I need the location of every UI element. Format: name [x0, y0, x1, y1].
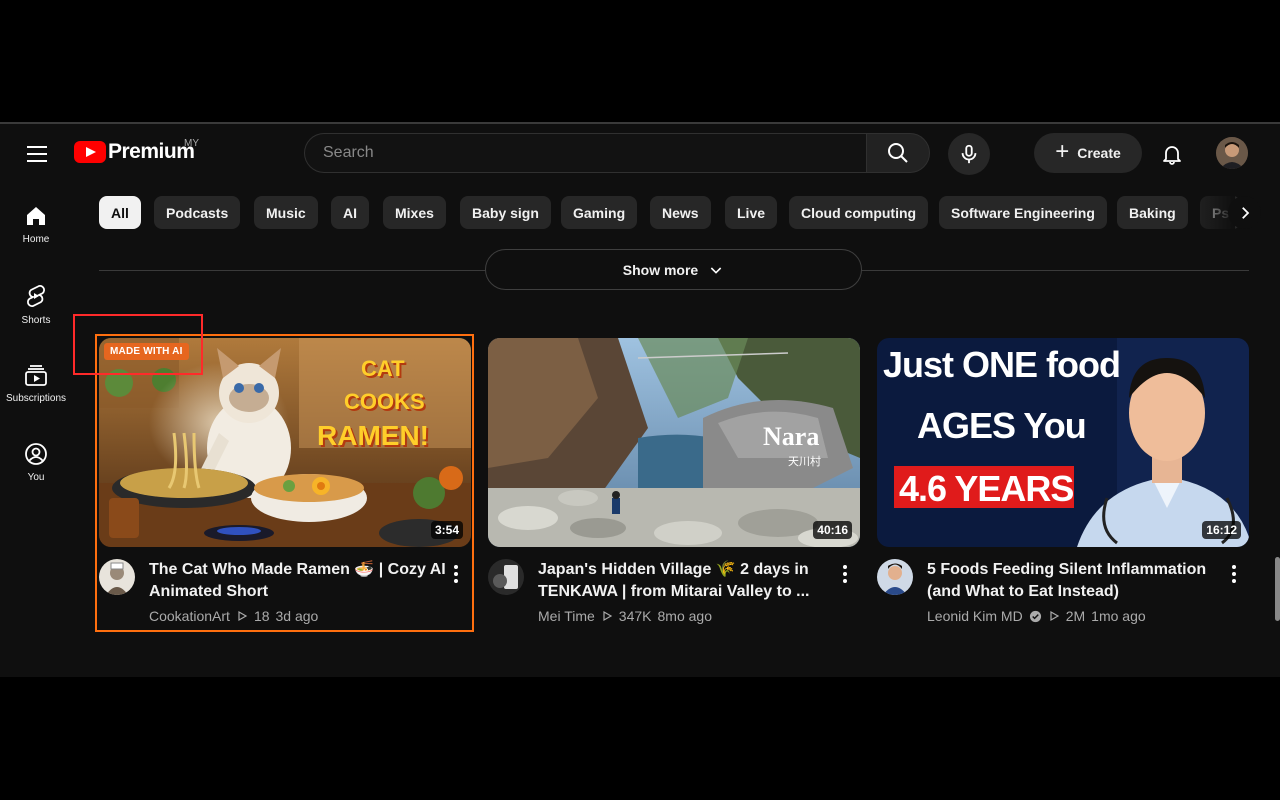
page-scrollbar[interactable]	[1275, 557, 1280, 621]
bell-icon	[1163, 146, 1181, 165]
chip-news[interactable]: News	[650, 196, 711, 229]
channel-avatar[interactable]	[877, 559, 913, 595]
chip-cloud-computing[interactable]: Cloud computing	[789, 196, 929, 229]
video-card[interactable]: Just ONE food AGES You 4.6 YEARS 16:12 5…	[877, 338, 1249, 629]
subscriptions-icon	[25, 365, 47, 386]
video-subtitle: CookationArt 18 3d ago	[149, 608, 318, 624]
chip-ai[interactable]: AI	[331, 196, 369, 229]
video-meta: The Cat Who Made Ramen 🍜 | Cozy AI Anima…	[99, 559, 471, 629]
menu-icon[interactable]	[20, 141, 54, 167]
more-actions-icon[interactable]	[836, 563, 854, 587]
microphone-icon	[961, 144, 977, 164]
chips-next-button[interactable]	[1228, 196, 1261, 229]
thumb-text-line: Nara	[763, 422, 820, 451]
notifications-button[interactable]	[1152, 134, 1192, 174]
youtube-app: Premium MY + Create Home Shorts	[0, 122, 1280, 677]
thumb-text-line: AGES You	[917, 405, 1087, 446]
made-with-ai-badge: MADE WITH AI	[104, 343, 189, 360]
sidebar-item-label: Subscriptions	[5, 393, 67, 404]
video-thumbnail[interactable]: Nara 天川村 40:16	[488, 338, 860, 547]
thumb-text-line: 天川村	[788, 456, 821, 468]
video-card[interactable]: CAT COOKS RAMEN! MADE WITH AI 3:54 The C…	[99, 338, 471, 629]
sidebar-item-label: You	[27, 472, 45, 483]
play-views-icon	[238, 610, 248, 622]
upload-age: 3d ago	[275, 608, 319, 624]
video-title[interactable]: 5 Foods Feeding Silent Inflammation (and…	[927, 559, 1227, 603]
view-count: 2M	[1065, 608, 1086, 624]
thumb-text-line: Just ONE food	[883, 344, 1121, 385]
channel-name[interactable]: CookationArt	[149, 608, 230, 624]
logo-text: Premium	[108, 140, 195, 163]
chip-live[interactable]: Live	[725, 196, 778, 229]
view-count: 347K	[618, 608, 652, 624]
home-icon	[27, 207, 45, 225]
show-more-button[interactable]: Show more	[485, 249, 862, 290]
search-field[interactable]	[304, 133, 866, 173]
region-code: MY	[184, 138, 199, 149]
you-icon	[25, 443, 47, 465]
chip-mixes[interactable]: Mixes	[383, 196, 446, 229]
video-title[interactable]: The Cat Who Made Ramen 🍜 | Cozy AI Anima…	[149, 559, 449, 603]
create-button[interactable]: + Create	[1034, 133, 1142, 173]
show-more-label: Show more	[622, 261, 699, 278]
video-thumbnail[interactable]: CAT COOKS RAMEN! MADE WITH AI 3:54	[99, 338, 471, 547]
chip-bar: All Podcasts Music AI Mixes Baby sign Ga…	[99, 196, 1255, 229]
more-actions-icon[interactable]	[1225, 563, 1243, 587]
sidebar-item-subscriptions[interactable]: Subscriptions	[0, 363, 72, 404]
play-views-icon	[603, 610, 613, 622]
view-count: 18	[253, 608, 270, 624]
chip-gaming[interactable]: Gaming	[561, 196, 638, 229]
verified-check-icon	[1029, 610, 1041, 622]
chevron-down-icon	[711, 266, 722, 274]
chip-baby-sign[interactable]: Baby sign	[460, 196, 551, 229]
chevron-right-icon	[1241, 206, 1249, 219]
duration-badge: 16:12	[1202, 521, 1241, 539]
search-button[interactable]	[866, 133, 930, 173]
shorts-icon	[27, 285, 45, 307]
profile-photo	[1216, 137, 1248, 169]
chip-all[interactable]: All	[99, 196, 141, 229]
upload-age: 8mo ago	[657, 608, 712, 624]
thumb-text-line: 4.6 YEARS	[899, 468, 1074, 509]
more-actions-icon[interactable]	[447, 563, 465, 587]
sidebar-item-label: Shorts	[21, 315, 51, 326]
channel-avatar[interactable]	[99, 559, 135, 595]
youtube-play-icon	[74, 141, 106, 163]
channel-name[interactable]: Leonid Kim MD	[927, 608, 1023, 624]
search-bar	[304, 133, 930, 173]
sidebar-item-home[interactable]: Home	[0, 204, 72, 245]
play-views-icon	[1050, 610, 1059, 622]
duration-badge: 3:54	[430, 521, 463, 539]
thumb-text-line: COOKS	[344, 389, 425, 414]
chip-podcasts[interactable]: Podcasts	[154, 196, 241, 229]
chip-software-engineering[interactable]: Software Engineering	[939, 196, 1107, 229]
chip-music[interactable]: Music	[254, 196, 318, 229]
sidebar-item-you[interactable]: You	[0, 442, 72, 483]
thumb-text-line: CAT	[361, 356, 405, 381]
video-meta: 5 Foods Feeding Silent Inflammation (and…	[877, 559, 1249, 629]
video-meta: Japan's Hidden Village 🌾 2 days in TENKA…	[488, 559, 860, 629]
video-subtitle: Leonid Kim MD 2M 1mo ago	[927, 608, 1146, 624]
channel-avatar[interactable]	[488, 559, 524, 595]
youtube-premium-logo[interactable]: Premium MY	[74, 138, 199, 164]
video-subtitle: Mei Time 347K 8mo ago	[538, 608, 712, 624]
sidebar-item-label: Home	[22, 234, 50, 245]
video-title[interactable]: Japan's Hidden Village 🌾 2 days in TENKA…	[538, 559, 838, 603]
upload-age: 1mo ago	[1091, 608, 1146, 624]
duration-badge: 40:16	[813, 521, 852, 539]
channel-name[interactable]: Mei Time	[538, 608, 595, 624]
voice-search-button[interactable]	[948, 133, 990, 175]
thumb-text-line: RAMEN!	[317, 420, 429, 451]
chip-baking[interactable]: Baking	[1117, 196, 1188, 229]
create-label: Create	[1077, 145, 1121, 161]
search-icon	[888, 143, 908, 163]
video-thumbnail[interactable]: Just ONE food AGES You 4.6 YEARS 16:12	[877, 338, 1249, 547]
video-card[interactable]: Nara 天川村 40:16 Japan's Hidden Village 🌾 …	[488, 338, 860, 629]
search-input[interactable]	[321, 143, 850, 163]
plus-icon: +	[1055, 138, 1070, 165]
profile-avatar[interactable]	[1216, 137, 1248, 169]
sidebar-item-shorts[interactable]: Shorts	[0, 283, 72, 326]
